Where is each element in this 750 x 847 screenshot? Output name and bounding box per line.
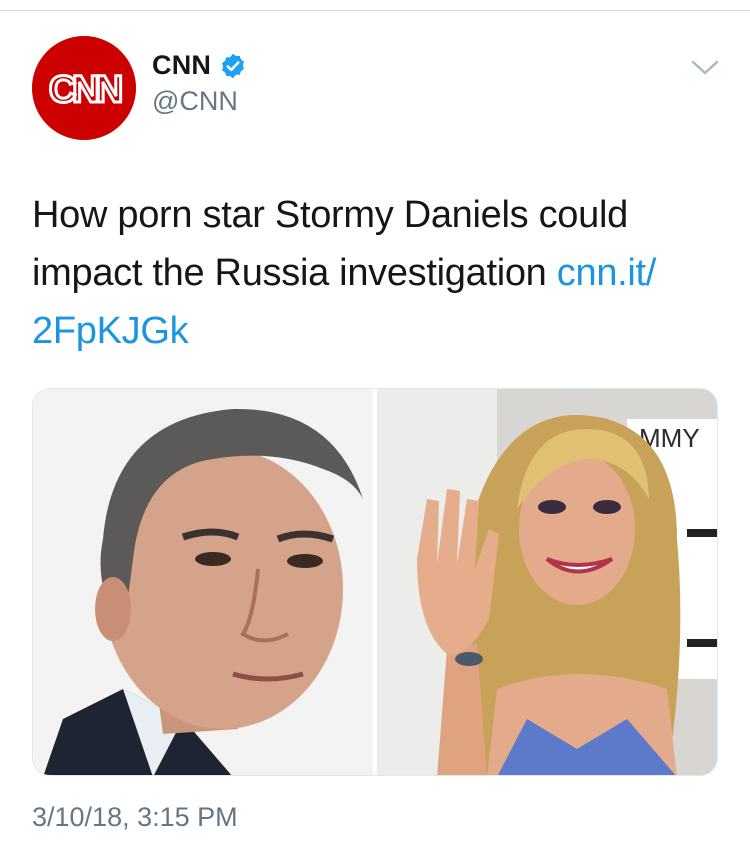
cnn-logo: CNN	[32, 36, 136, 140]
photo-man[interactable]	[33, 389, 373, 775]
woman-portrait-image: MMY	[377, 389, 717, 775]
tweet[interactable]: CNN CNN @CNN How porn star Stormy Daniel…	[0, 0, 750, 847]
tweet-timestamp[interactable]: 3/10/18, 3:15 PM	[32, 802, 238, 833]
man-portrait-image	[33, 389, 373, 775]
tweet-media[interactable]: MMY	[32, 388, 718, 776]
avatar[interactable]: CNN	[32, 36, 136, 140]
tweet-text: How porn star Stormy Daniels could impac…	[32, 186, 722, 360]
user-handle[interactable]: @CNN	[152, 86, 238, 117]
svg-text:CNN: CNN	[49, 69, 121, 111]
photo-woman[interactable]: MMY	[377, 389, 717, 775]
display-name[interactable]: CNN	[152, 50, 211, 81]
tweet-link-part2[interactable]: 2FpKJGk	[32, 310, 189, 352]
tweet-link-part1[interactable]: cnn.it/	[557, 252, 657, 294]
author-name-row[interactable]: CNN	[152, 50, 247, 81]
top-divider	[0, 10, 750, 11]
tweet-body: How porn star Stormy Daniels could impac…	[32, 194, 628, 294]
verified-badge-icon	[222, 53, 245, 78]
chevron-down-icon[interactable]	[690, 56, 720, 78]
